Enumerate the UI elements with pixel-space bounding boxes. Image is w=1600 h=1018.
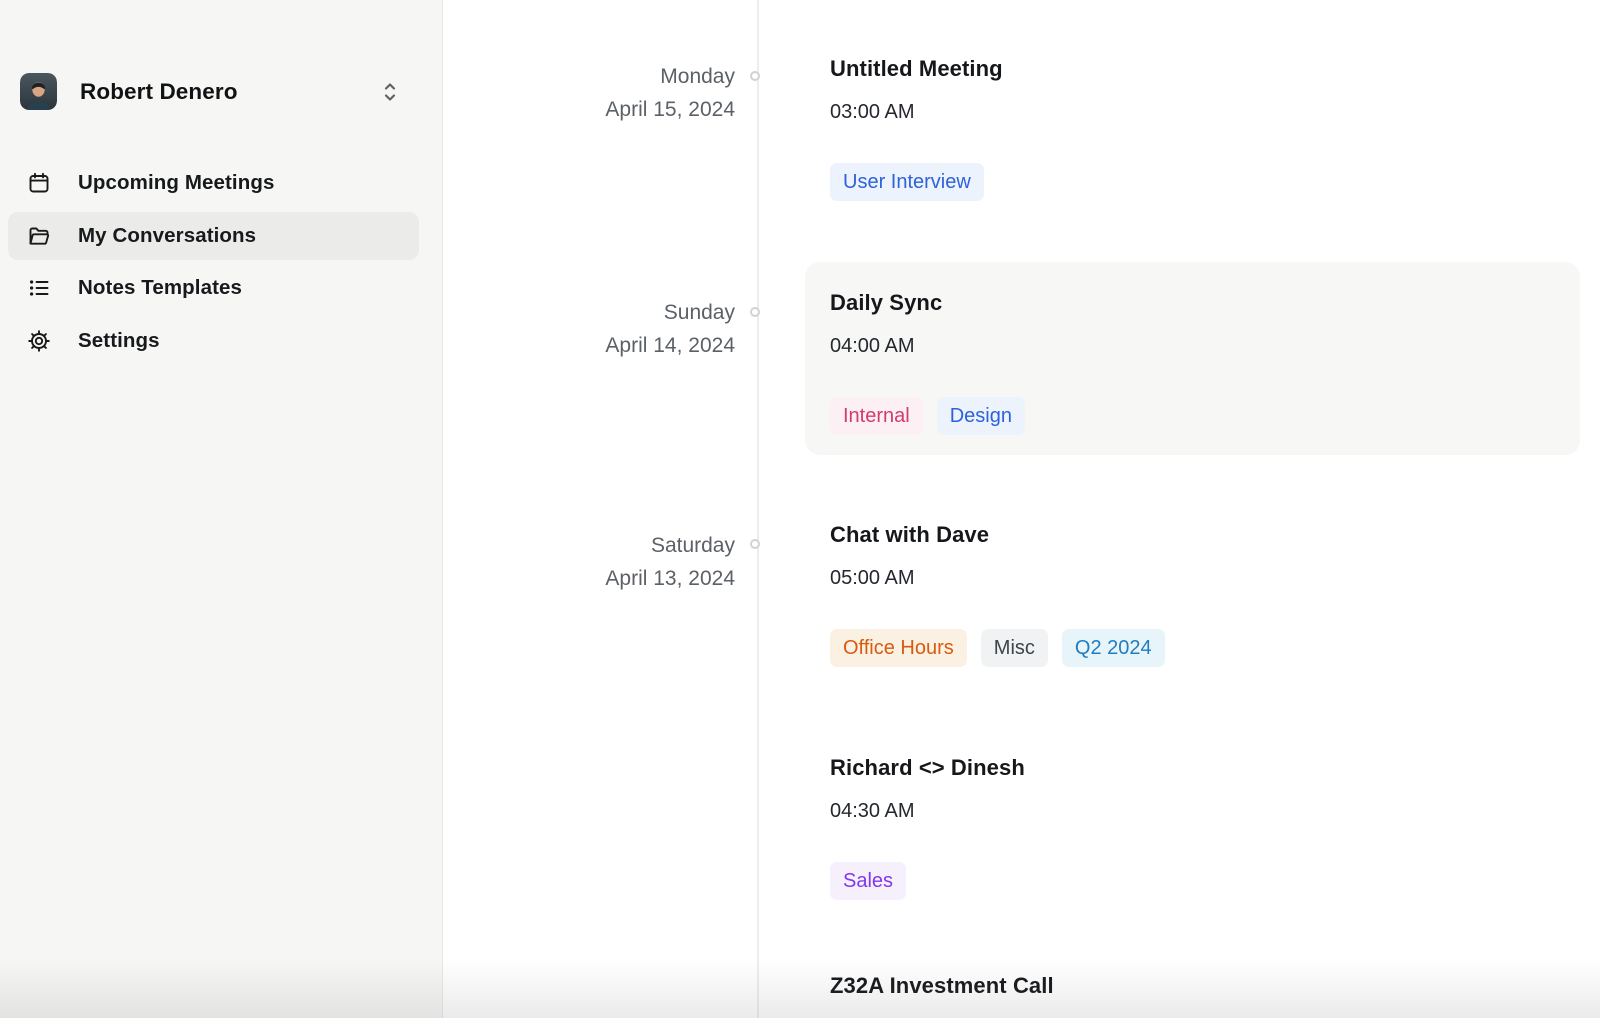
meeting-tags: Sales [830, 862, 1025, 900]
meeting-tags: Internal Design [830, 397, 1552, 435]
timeline-line [757, 0, 759, 1018]
conversations-timeline: Monday April 15, 2024 Sunday April 14, 2… [443, 0, 1600, 1018]
app-window: Robert Denero Upcoming Meet [0, 0, 1600, 1018]
meeting-time: 05:00 AM [830, 565, 1165, 592]
meeting-title: Daily Sync [830, 289, 1552, 317]
timeline-dot [750, 71, 760, 81]
meeting-item-untitled-meeting[interactable]: Untitled Meeting 03:00 AM User Interview [830, 55, 1003, 201]
meeting-item-richard-dinesh[interactable]: Richard <> Dinesh 04:30 AM Sales [830, 754, 1025, 900]
meeting-item-daily-sync[interactable]: Daily Sync 04:00 AM Internal Design [805, 262, 1580, 455]
meeting-item-chat-with-dave[interactable]: Chat with Dave 05:00 AM Office Hours Mis… [830, 521, 1165, 667]
date-label: Monday April 15, 2024 [443, 60, 735, 126]
meeting-title: Richard <> Dinesh [830, 754, 1025, 782]
date-full: April 14, 2024 [443, 329, 735, 362]
chevron-up-down-icon [380, 79, 400, 105]
timeline-dot [750, 307, 760, 317]
tag-internal[interactable]: Internal [830, 397, 923, 435]
sidebar-item-settings[interactable]: Settings [8, 317, 419, 365]
avatar [20, 73, 57, 110]
list-icon [27, 276, 51, 300]
date-full: April 13, 2024 [443, 562, 735, 595]
sidebar-item-label: Notes Templates [78, 276, 242, 300]
sidebar: Robert Denero Upcoming Meet [0, 0, 443, 1018]
meeting-time: 04:00 AM [830, 333, 1552, 360]
sidebar-item-my-conversations[interactable]: My Conversations [8, 212, 419, 260]
meeting-title: Chat with Dave [830, 521, 1165, 549]
tag-misc[interactable]: Misc [981, 629, 1048, 667]
meeting-time: 04:30 AM [830, 798, 1025, 825]
sidebar-item-label: Settings [78, 329, 160, 353]
profile-name: Robert Denero [80, 79, 238, 105]
date-label: Sunday April 14, 2024 [443, 296, 735, 362]
meeting-tags: Office Hours Misc Q2 2024 [830, 629, 1165, 667]
sidebar-item-label: My Conversations [78, 224, 256, 248]
date-weekday: Monday [443, 60, 735, 93]
meeting-tags: User Interview [830, 163, 1003, 201]
folder-icon [27, 224, 51, 248]
profile-switcher[interactable]: Robert Denero [20, 73, 420, 110]
meeting-title: Untitled Meeting [830, 55, 1003, 83]
date-full: April 15, 2024 [443, 93, 735, 126]
meeting-item-z32a-investment-call[interactable]: Z32A Investment Call [830, 972, 1054, 1000]
gear-icon [27, 329, 51, 353]
sidebar-item-notes-templates[interactable]: Notes Templates [8, 264, 419, 312]
meeting-title: Z32A Investment Call [830, 972, 1054, 1000]
date-label: Saturday April 13, 2024 [443, 529, 735, 595]
tag-sales[interactable]: Sales [830, 862, 906, 900]
tag-q2-2024[interactable]: Q2 2024 [1062, 629, 1165, 667]
timeline-dot [750, 539, 760, 549]
tag-user-interview[interactable]: User Interview [830, 163, 984, 201]
sidebar-item-upcoming-meetings[interactable]: Upcoming Meetings [8, 159, 419, 207]
sidebar-item-label: Upcoming Meetings [78, 171, 274, 195]
date-weekday: Saturday [443, 529, 735, 562]
tag-design[interactable]: Design [937, 397, 1025, 435]
date-weekday: Sunday [443, 296, 735, 329]
meeting-time: 03:00 AM [830, 99, 1003, 126]
tag-office-hours[interactable]: Office Hours [830, 629, 967, 667]
calendar-icon [27, 171, 51, 195]
sidebar-nav: Upcoming Meetings My Conversations [8, 159, 419, 369]
